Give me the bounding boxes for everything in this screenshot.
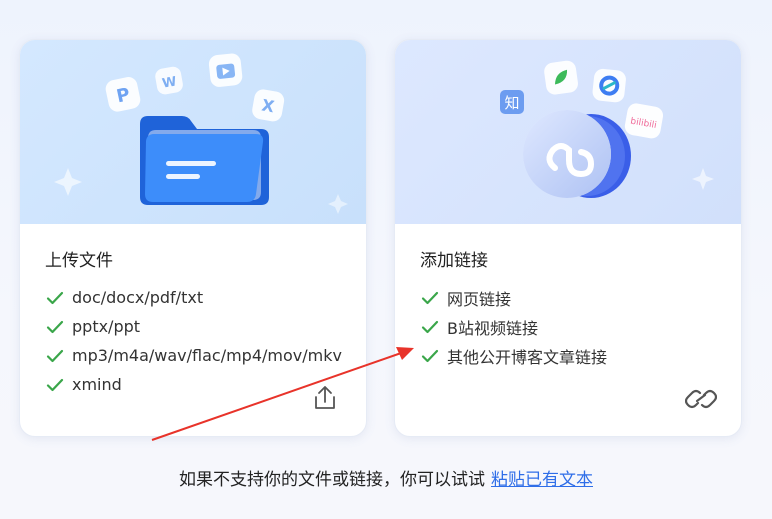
link-feature-item: B站视频链接 [421,312,607,341]
link-feature-label: 其他公开博客文章链接 [447,347,608,367]
upload-feature-label: xmind [72,375,122,394]
upload-feature-item: doc/docx/pdf/txt [46,283,342,312]
svg-text:知: 知 [504,94,519,112]
link-icon[interactable] [685,387,717,411]
footer-text: 如果不支持你的文件或链接，你可以试试 [179,470,485,490]
link-feature-item: 网页链接 [421,283,607,312]
upload-feature-item: mp3/m4a/wav/flac/mp4/mov/mkv [46,341,342,370]
check-icon [46,349,64,362]
upload-feature-label: pptx/ppt [72,317,141,336]
link-feature-label: 网页链接 [447,289,512,309]
check-icon [421,349,439,362]
check-icon [421,320,439,333]
link-card-title: 添加链接 [420,251,488,271]
link-hero-illustration: 知 bilibili [395,40,741,224]
upload-icon[interactable] [313,385,337,411]
upload-hero-illustration: P W X [20,40,366,224]
svg-text:W: W [161,74,178,91]
upload-feature-label: mp3/m4a/wav/flac/mp4/mov/mkv [72,346,342,365]
link-feature-item: 其他公开博客文章链接 [421,341,607,370]
check-icon [46,291,64,304]
upload-card-title: 上传文件 [45,251,113,271]
link-feature-label: B站视频链接 [447,318,538,338]
check-icon [421,291,439,304]
footer-hint: 如果不支持你的文件或链接，你可以试试 粘贴已有文本 [0,465,772,490]
link-feature-list: 网页链接 B站视频链接其他公开博客文章链接 [421,283,607,370]
check-icon [46,378,64,391]
upload-file-card[interactable]: P W X 上传文件 doc/docx/pdf/txt pptx/ppt mp3… [19,39,367,437]
upload-feature-item: xmind [46,370,342,399]
add-link-card[interactable]: 知 bilibili 添加链接 网页链接 B站视频链接 其他公开博客文章链接 [394,39,742,437]
upload-feature-item: pptx/ppt [46,312,342,341]
upload-feature-label: doc/docx/pdf/txt [72,288,204,307]
upload-feature-list: doc/docx/pdf/txt pptx/ppt mp3/m4a/wav/flac… [46,283,342,399]
check-icon [46,320,64,333]
paste-text-link[interactable]: 粘贴已有文本 [491,470,593,490]
